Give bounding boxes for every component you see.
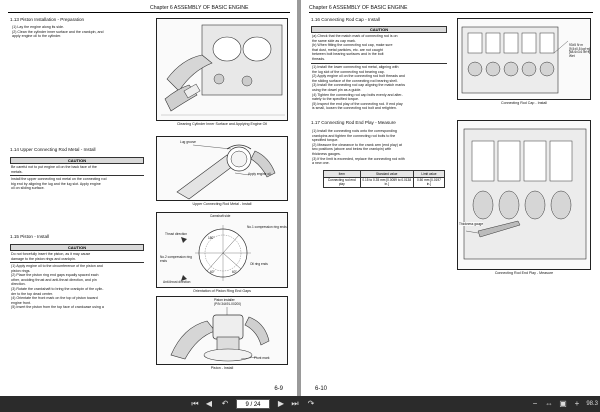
step: (5) Insert the piston from the top face …	[11, 305, 104, 310]
figure-conrod-cap	[457, 18, 591, 100]
section-title: 1.15 Piston - Install	[10, 234, 50, 239]
prev-page-button[interactable]: ◀	[204, 399, 214, 409]
step-list: (1) Apply engine oil to the circumferenc…	[11, 264, 147, 310]
fit-width-button[interactable]: ⇔	[544, 399, 554, 409]
zoom-in-button[interactable]: +	[572, 399, 582, 409]
page-header: Chapter 6 ASSEMBLY OF BASIC ENGINE	[309, 5, 408, 11]
figure-caption: Upper Connecting Rod Metal - Install	[192, 202, 252, 206]
figure-ring-gaps	[156, 212, 288, 288]
label-apply-oil: Apply engine oil.	[248, 172, 272, 176]
table-header: Item	[323, 170, 361, 178]
document-viewer: Chapter 6 ASSEMBLY OF BASIC ENGINE 1.13 …	[0, 0, 600, 412]
page-right: Chapter 6 ASSEMBLY OF BASIC ENGINE 1.16 …	[301, 0, 600, 396]
table-header: Limit value	[412, 170, 446, 178]
step-list: (1) Lay the engine along its side. (2) C…	[12, 25, 144, 39]
label-angle-180: 180°	[208, 236, 215, 240]
label-no2-ring: No.2 compression ring ends	[160, 255, 192, 263]
label-oil-ring: Oil ring ends	[250, 262, 268, 266]
last-page-button[interactable]: ⏭	[290, 399, 300, 409]
caution-line: threads.	[312, 56, 325, 61]
section-title: 1.14 Upper Connecting Rod Metal - Instal…	[10, 147, 96, 152]
caution-rule	[10, 175, 144, 176]
figure-caption: Connecting Rod Cap - Install	[501, 101, 547, 105]
figure-caption: Cleaning Cylinder Inner Surface and Appl…	[176, 122, 268, 126]
body-line: oil on sliding surface.	[11, 186, 45, 191]
first-page-button[interactable]: ⏮	[190, 399, 200, 409]
caution-box-title: CAUTION	[10, 157, 144, 164]
step-list: (1) Install the connecting rods onto the…	[312, 129, 450, 166]
label-anti-thrust: Anti-thrust direction	[163, 280, 191, 284]
figure-caption: Piston - Install	[210, 366, 234, 370]
label-no1-ring: No.1 compression ring ends	[247, 225, 287, 229]
zoom-level: 98.3	[586, 401, 598, 407]
page-left: Chapter 6 ASSEMBLY OF BASIC ENGINE 1.13 …	[0, 0, 297, 396]
caution-line: metals.	[11, 169, 23, 174]
fit-page-button[interactable]: ▣	[558, 399, 568, 409]
label-thrust: Thrust direction	[165, 232, 187, 236]
figure-conrod-metal	[156, 136, 288, 201]
figure-end-play	[457, 120, 591, 270]
caution-line: damage to the piston rings and crankpin.	[11, 256, 76, 261]
caution-text: (a) Check that the match mark of connect…	[312, 34, 448, 62]
table-cell: 0.15 to 0.35 mm [0.0059 to 0.0138 in.]	[359, 176, 414, 189]
label-angle-60: 60°	[210, 270, 215, 274]
zoom-out-button[interactable]: −	[530, 399, 540, 409]
table-header: Standard value	[359, 170, 414, 178]
step: is small, loosen the connecting rod bolt…	[312, 106, 397, 111]
torque-spec: 93±5 N·m [9.5±0.5 kgf·m] [68.6±3.6 lbf·f…	[569, 43, 590, 58]
step: a new one.	[312, 161, 330, 166]
figure-cylinder-cleaning	[156, 18, 288, 121]
header-rule	[8, 12, 290, 13]
figure-piston-install	[156, 296, 288, 365]
back-button[interactable]: ↶	[220, 399, 230, 409]
table-cell: 0.50 mm [0.0197 in.]	[412, 176, 446, 189]
table-row: Connecting rod end play 0.15 to 0.35 mm …	[323, 176, 446, 189]
label-camshaft-side: Camshaft side	[210, 214, 231, 218]
section-title: 1.17 Connecting Rod End Play - Measure	[311, 120, 396, 125]
header-rule	[309, 12, 593, 13]
step-list: (1) Install the lower connecting rod met…	[312, 65, 450, 111]
page-number: 6-9	[274, 386, 283, 392]
label-angle-60: 60°	[232, 270, 237, 274]
torque-wet: Wet	[569, 53, 575, 58]
label-lug-groove: Lug groove	[180, 140, 196, 144]
caution-text: Do not forcefully insert the piston, as …	[11, 252, 145, 261]
step: apply engine oil to the cylinder.	[12, 34, 62, 39]
body-text: Install the upper connecting rod metal o…	[11, 177, 145, 191]
viewer-toolbar: ⏮ ◀ ↶ 9 / 24 ▶ ⏭ ↷ − ⇔ ▣ + 98.3	[0, 396, 600, 412]
page-number-input[interactable]: 9 / 24	[236, 399, 270, 409]
figure-caption: Orientation of Piston Ring End Gaps	[193, 289, 251, 293]
forward-button[interactable]: ↷	[306, 399, 316, 409]
caution-rule	[311, 63, 447, 64]
section-title: 1.13 Piston Installation - Preparation	[10, 17, 85, 22]
next-page-button[interactable]: ▶	[276, 399, 286, 409]
table-cell: Connecting rod end play	[323, 176, 361, 189]
figure-caption: Connecting Rod End Play - Measure	[494, 271, 554, 275]
caution-box-title: CAUTION	[311, 26, 447, 33]
section-title: 1.16 Connecting Rod Cap - Install	[311, 17, 380, 22]
table-header-row: Item Standard value Limit value	[323, 170, 446, 178]
page-number: 6-10	[315, 386, 328, 392]
label-piston-installer-pn: (P/N 34491-00200)	[214, 302, 242, 306]
label-front-mark: Front mark	[254, 356, 270, 360]
caution-rule	[10, 262, 144, 263]
spec-table: Item Standard value Limit value Connecti…	[323, 170, 446, 189]
label-thickness-gauge: Thickness gauge	[459, 222, 484, 226]
caution-box-title: CAUTION	[10, 244, 144, 251]
caution-text: Be careful not to put engine oil on the …	[11, 165, 145, 174]
page-header: Chapter 6 ASSEMBLY OF BASIC ENGINE	[150, 5, 249, 11]
